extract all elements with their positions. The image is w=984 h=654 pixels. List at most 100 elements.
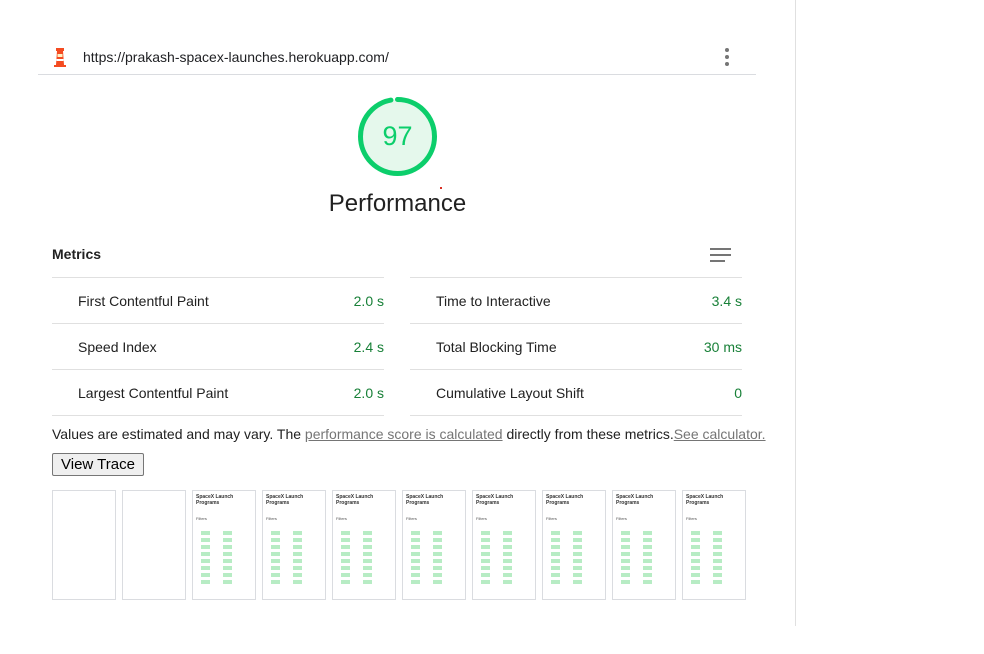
frame-chip: [481, 566, 490, 570]
frame-chip: [551, 566, 560, 570]
frame-chip: [551, 545, 560, 549]
frame-subtitle: Filters: [476, 516, 487, 521]
frame-chip: [433, 566, 442, 570]
filmstrip-frame: SpaceX Launch Programs Filters: [472, 490, 536, 600]
frame-chip: [223, 552, 232, 556]
frame-chip: [643, 552, 652, 556]
filmstrip-frame: SpaceX Launch Programs Filters: [612, 490, 676, 600]
frame-title: SpaceX Launch Programs: [686, 494, 724, 506]
frame-chip: [551, 531, 560, 535]
frame-chip: [341, 573, 350, 577]
frame-chip: [481, 559, 490, 563]
frame-chip: [341, 580, 350, 584]
frame-chip: [411, 552, 420, 556]
metric-value: 30 ms: [703, 339, 742, 355]
frame-chip: [643, 545, 652, 549]
frame-chip: [503, 552, 512, 556]
frame-chip: [643, 538, 652, 542]
frame-chip: [691, 566, 700, 570]
url-bar: https://prakash-spacex-launches.herokuap…: [38, 40, 756, 75]
score-calculation-link[interactable]: performance score is calculated: [305, 426, 503, 442]
more-options-icon[interactable]: [720, 46, 734, 68]
frame-chip: [433, 531, 442, 535]
frame-chip: [223, 566, 232, 570]
frame-subtitle: Filters: [616, 516, 627, 521]
frame-chip: [481, 573, 490, 577]
metric-speed-index: Speed Index 2.4 s: [52, 323, 384, 369]
frame-chip: [713, 573, 722, 577]
frame-chip: [621, 559, 630, 563]
metric-label: Largest Contentful Paint: [78, 385, 229, 401]
frame-chip: [573, 573, 582, 577]
frame-chip: [363, 538, 372, 542]
frame-chip: [363, 566, 372, 570]
frame-chip: [503, 559, 512, 563]
frame-chip: [411, 573, 420, 577]
frame-subtitle: Filters: [686, 516, 697, 521]
metric-value: 0: [734, 385, 742, 401]
lighthouse-icon: [54, 48, 66, 67]
frame-chip: [363, 559, 372, 563]
frame-chip: [621, 545, 630, 549]
frame-chip: [271, 538, 280, 542]
view-trace-button[interactable]: View Trace: [52, 453, 144, 476]
frame-chip: [201, 573, 210, 577]
view-toggle-icon[interactable]: [710, 248, 731, 262]
frame-chip: [201, 545, 210, 549]
metric-label: Cumulative Layout Shift: [436, 385, 584, 401]
page-url[interactable]: https://prakash-spacex-launches.herokuap…: [83, 49, 389, 65]
frame-chip: [643, 559, 652, 563]
frame-chip: [713, 531, 722, 535]
frame-title: SpaceX Launch Programs: [196, 494, 234, 506]
frame-chip: [293, 573, 302, 577]
metric-label: First Contentful Paint: [78, 293, 209, 309]
frame-chip: [293, 531, 302, 535]
frame-title: SpaceX Launch Programs: [616, 494, 654, 506]
frame-title: SpaceX Launch Programs: [476, 494, 514, 506]
metrics-heading: Metrics: [52, 246, 102, 262]
frame-chip: [621, 552, 630, 556]
frame-chip: [341, 538, 350, 542]
frame-chip: [713, 566, 722, 570]
frame-chip: [201, 580, 210, 584]
metric-value: 2.4 s: [353, 339, 384, 355]
frame-chip: [643, 573, 652, 577]
frame-chip: [433, 538, 442, 542]
frame-chip: [201, 559, 210, 563]
frame-subtitle: Filters: [406, 516, 417, 521]
frame-chip: [223, 573, 232, 577]
frame-chip: [713, 552, 722, 556]
frame-chip: [223, 531, 232, 535]
metric-label: Total Blocking Time: [436, 339, 557, 355]
metric-label: Speed Index: [78, 339, 157, 355]
frame-chip: [621, 566, 630, 570]
filmstrip-frame: SpaceX Launch Programs Filters: [682, 490, 746, 600]
frame-chip: [341, 552, 350, 556]
frame-chip: [691, 545, 700, 549]
frame-chip: [573, 559, 582, 563]
frame-chip: [271, 545, 280, 549]
frame-chip: [621, 580, 630, 584]
frame-chip: [691, 538, 700, 542]
frame-title: SpaceX Launch Programs: [546, 494, 584, 506]
filmstrip-frame: SpaceX Launch Programs Filters: [192, 490, 256, 600]
frame-chip: [271, 552, 280, 556]
category-title: Performance: [328, 190, 467, 217]
frame-chip: [573, 531, 582, 535]
frame-chip: [271, 566, 280, 570]
estimate-note: Values are estimated and may vary. The p…: [52, 426, 766, 442]
frame-chip: [621, 531, 630, 535]
frame-title: SpaceX Launch Programs: [266, 494, 304, 506]
metrics-column-left: First Contentful Paint 2.0 s Speed Index…: [52, 277, 384, 416]
frame-chip: [551, 573, 560, 577]
filmstrip-frame: SpaceX Launch Programs Filters: [402, 490, 466, 600]
frame-chip: [573, 538, 582, 542]
frame-chip: [271, 559, 280, 563]
frame-chip: [691, 552, 700, 556]
see-calculator-link[interactable]: See calculator.: [674, 426, 766, 442]
frame-chip: [713, 538, 722, 542]
frame-chip: [573, 552, 582, 556]
filmstrip-frame: [52, 490, 116, 600]
frame-chip: [503, 580, 512, 584]
frame-chip: [551, 538, 560, 542]
